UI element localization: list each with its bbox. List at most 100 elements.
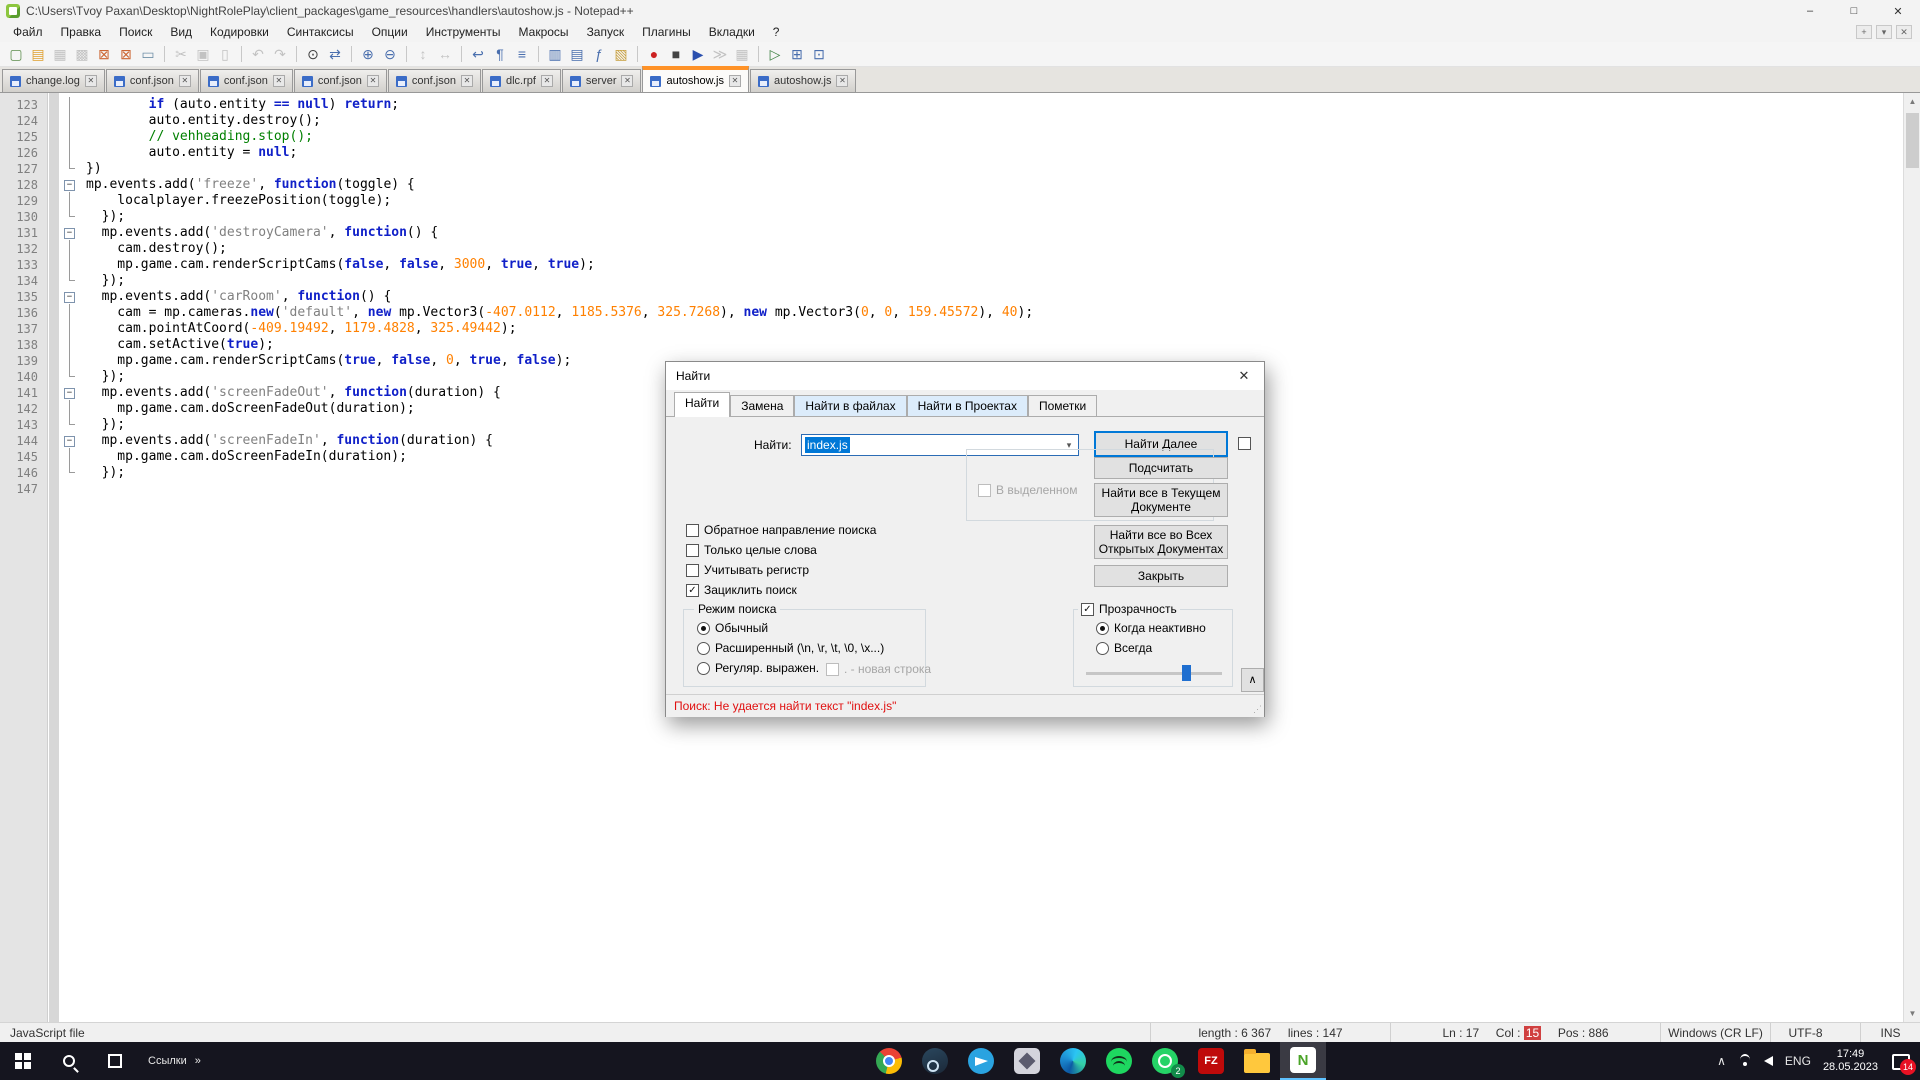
start-button[interactable] (0, 1042, 46, 1080)
taskbar-npp-icon[interactable]: N (1280, 1042, 1326, 1080)
menu-item-Плагины[interactable]: Плагины (633, 23, 700, 41)
taskbar-app4-icon[interactable] (1004, 1042, 1050, 1080)
find-all-current-button[interactable]: Найти все в Текущем Документе (1094, 483, 1228, 517)
find-dialog-close-icon[interactable]: ✕ (1224, 362, 1264, 390)
toolbar-plugin-a-icon[interactable]: ⊞ (787, 44, 807, 64)
bookmark-cell[interactable] (49, 177, 59, 193)
find-dialog-tab-Замена[interactable]: Замена (730, 395, 794, 417)
toolbar-folder-workspace-icon[interactable]: ▧ (611, 44, 631, 64)
fold-collapse-icon[interactable]: − (64, 436, 75, 447)
toolbar-function-list-icon[interactable]: ƒ (589, 44, 609, 64)
fold-collapse-icon[interactable]: − (64, 228, 75, 239)
language-indicator[interactable]: ENG (1785, 1054, 1811, 1068)
menu-item-Вид[interactable]: Вид (161, 23, 201, 41)
count-button[interactable]: Подсчитать (1094, 457, 1228, 479)
toolbar-plugin-b-icon[interactable]: ⊡ (809, 44, 829, 64)
tab-server[interactable]: server✕ (562, 69, 642, 92)
transparency-slider[interactable] (1086, 665, 1222, 681)
fold-cell[interactable]: − (59, 225, 81, 241)
bookmark-cell[interactable] (49, 289, 59, 305)
tab-close-icon[interactable]: ✕ (179, 75, 191, 87)
toolbar-close-all-icon[interactable]: ⊠ (116, 44, 136, 64)
menu-item-Запуск[interactable]: Запуск (578, 23, 634, 41)
fold-cell[interactable]: − (59, 433, 81, 449)
tab-close-icon[interactable]: ✕ (273, 75, 285, 87)
close-find-button[interactable]: Закрыть (1094, 565, 1228, 587)
bookmark-cell[interactable] (49, 321, 59, 337)
taskbar-whatsapp-icon[interactable]: 2 (1142, 1042, 1188, 1080)
taskbar-search-button[interactable] (46, 1042, 92, 1080)
toolbar-zoom-out-icon[interactable]: ⊖ (380, 44, 400, 64)
toolbar-show-all-chars-icon[interactable]: ¶ (490, 44, 510, 64)
bookmark-cell[interactable] (49, 97, 59, 113)
bookmark-cell[interactable] (49, 401, 59, 417)
bookmark-cell[interactable] (49, 481, 59, 497)
menu-item-Поиск[interactable]: Поиск (110, 23, 161, 41)
toolbar-run-icon[interactable]: ▷ (765, 44, 785, 64)
menu-right-icon-0[interactable]: + (1856, 25, 1872, 39)
slider-thumb[interactable] (1182, 665, 1191, 681)
menu-item-Файл[interactable]: Файл (4, 23, 52, 41)
mode-normal-radio[interactable]: Обычный (697, 621, 768, 635)
resize-grip[interactable]: ⋰ (1253, 704, 1262, 715)
taskbar-chrome-icon[interactable] (866, 1042, 912, 1080)
bookmark-cell[interactable] (49, 225, 59, 241)
toolbar-new-file-icon[interactable]: ▢ (6, 44, 26, 64)
scroll-up-icon[interactable]: ▲ (1904, 93, 1920, 110)
fold-cell[interactable]: − (59, 289, 81, 305)
toolbar-doc-map-icon[interactable]: ▥ (545, 44, 565, 64)
menu-right-icon-2[interactable]: ✕ (1896, 25, 1912, 39)
task-view-button[interactable] (92, 1042, 138, 1080)
toolbar-zoom-in-icon[interactable]: ⊕ (358, 44, 378, 64)
fold-collapse-icon[interactable]: − (64, 180, 75, 191)
taskbar-steam-icon[interactable] (912, 1042, 958, 1080)
taskbar-edge-icon[interactable] (1050, 1042, 1096, 1080)
whole-word-checkbox[interactable]: Только целые слова (686, 543, 817, 557)
taskbar-filezilla-icon[interactable]: FZ (1188, 1042, 1234, 1080)
bookmark-cell[interactable] (49, 433, 59, 449)
links-chevron-icon[interactable]: » (195, 1055, 201, 1067)
tab-close-icon[interactable]: ✕ (836, 75, 848, 87)
encoding[interactable]: UTF-8 (1770, 1023, 1840, 1042)
taskbar-spotify-icon[interactable] (1096, 1042, 1142, 1080)
collapse-button[interactable]: ∧ (1241, 668, 1264, 692)
scroll-down-icon[interactable]: ▼ (1904, 1005, 1920, 1022)
toolbar-close-icon[interactable]: ⊠ (94, 44, 114, 64)
tab-conf.json[interactable]: conf.json✕ (200, 69, 293, 92)
bookmark-cell[interactable] (49, 417, 59, 433)
taskbar-telegram-icon[interactable] (958, 1042, 1004, 1080)
tab-conf.json[interactable]: conf.json✕ (388, 69, 481, 92)
bookmark-cell[interactable] (49, 465, 59, 481)
fold-collapse-icon[interactable]: − (64, 292, 75, 303)
bookmark-cell[interactable] (49, 113, 59, 129)
toolbar-indent-guide-icon[interactable]: ≡ (512, 44, 532, 64)
backward-checkbox[interactable]: Обратное направление поиска (686, 523, 876, 537)
menu-item-?[interactable]: ? (764, 23, 789, 41)
clock[interactable]: 17:49 28.05.2023 (1823, 1048, 1878, 1074)
bookmark-cell[interactable] (49, 337, 59, 353)
menu-item-Вкладки[interactable]: Вкладки (700, 23, 764, 41)
bookmark-cell[interactable] (49, 129, 59, 145)
links-toolbar[interactable]: Ссылки» (138, 1055, 211, 1067)
tab-conf.json[interactable]: conf.json✕ (106, 69, 199, 92)
toolbar-print-icon[interactable]: ▭ (138, 44, 158, 64)
find-dialog-tab-Найти[interactable]: Найти (674, 392, 730, 417)
find-dialog-tab-Найти в Проектах[interactable]: Найти в Проектах (907, 395, 1028, 417)
tab-close-icon[interactable]: ✕ (541, 75, 553, 87)
action-center-icon[interactable]: 14 (1890, 1051, 1910, 1071)
tab-close-icon[interactable]: ✕ (85, 75, 97, 87)
tab-change.log[interactable]: change.log✕ (2, 69, 105, 92)
minimize-button[interactable]: – (1788, 0, 1832, 22)
bookmark-cell[interactable] (49, 193, 59, 209)
fold-cell[interactable]: − (59, 177, 81, 193)
toolbar-open-folder-icon[interactable]: ▤ (28, 44, 48, 64)
bookmark-cell[interactable] (49, 241, 59, 257)
fold-collapse-icon[interactable]: − (64, 388, 75, 399)
network-icon[interactable] (1738, 1056, 1752, 1066)
tab-autoshow.js[interactable]: autoshow.js✕ (750, 69, 856, 92)
bookmark-cell[interactable] (49, 161, 59, 177)
bookmark-cell[interactable] (49, 257, 59, 273)
bookmark-cell[interactable] (49, 353, 59, 369)
toolbar-find-icon[interactable]: ⊙ (303, 44, 323, 64)
toolbar-word-wrap-icon[interactable]: ↩ (468, 44, 488, 64)
